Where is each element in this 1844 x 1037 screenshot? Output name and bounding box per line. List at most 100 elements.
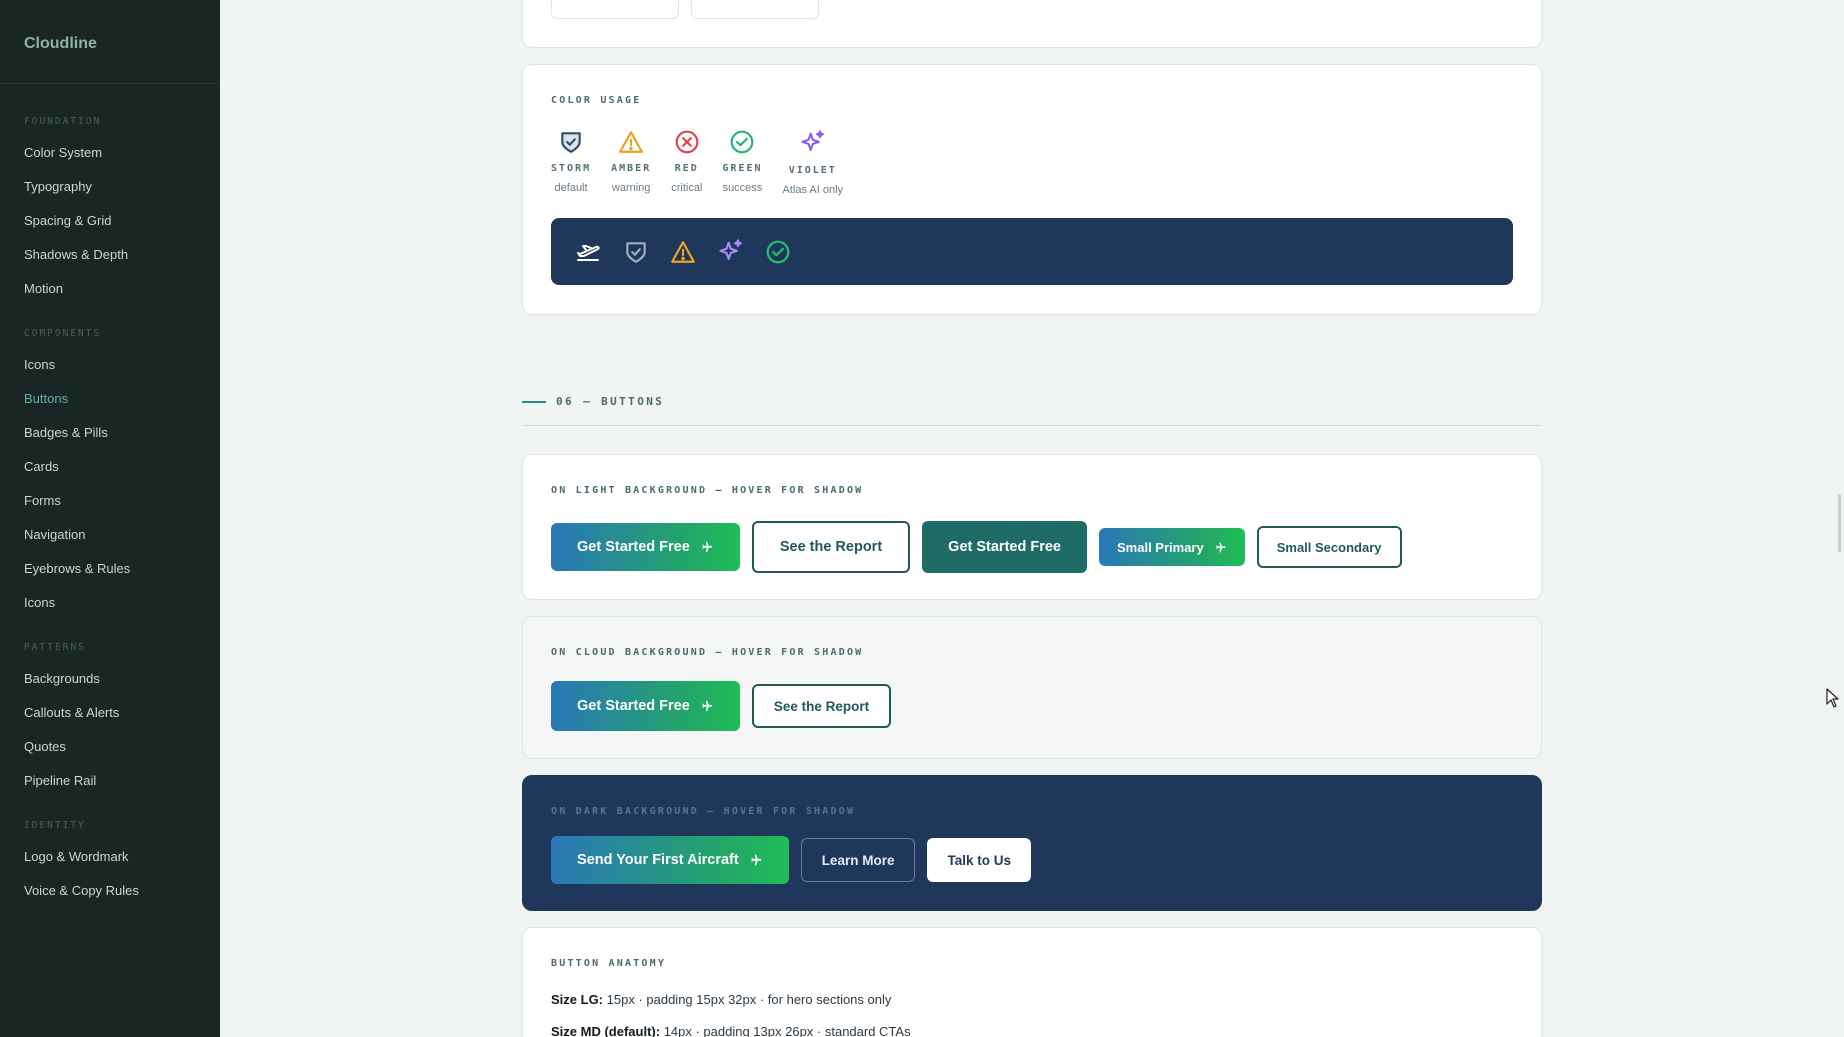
see-report-button[interactable]: See the Report [751, 521, 911, 573]
section-header-buttons: 06 — BUTTONS [522, 395, 1542, 426]
nav-group-label: FOUNDATION [24, 116, 102, 127]
button-label: Learn More [821, 852, 895, 868]
swatch-green: GREEN success [722, 129, 762, 196]
sidebar-item-forms[interactable]: Forms [0, 484, 220, 518]
section-label: 06 — BUTTONS [556, 395, 665, 408]
swatch-violet: VIOLET Atlas AI only [782, 129, 844, 196]
swatch-name: STORM [551, 163, 592, 174]
sidebar-item-shadows-depth[interactable]: Shadows & Depth [0, 238, 220, 272]
button-label: See the Report [773, 698, 870, 714]
swatch-desc: critical [671, 182, 703, 194]
sidebar-item-badges-pills[interactable]: Badges & Pills [0, 416, 220, 450]
sidebar-item-buttons[interactable]: Buttons [0, 382, 220, 416]
get-started-teal-button[interactable]: Get Started Free [922, 521, 1087, 573]
shield-check-icon [561, 132, 581, 153]
swatch-desc: Atlas AI only [782, 184, 844, 196]
sidebar-item-backgrounds[interactable]: Backgrounds [0, 662, 220, 696]
plane-arrow-icon [751, 854, 761, 866]
anatomy-title: BUTTON ANATOMY [551, 958, 667, 969]
panel-eyebrow: ON LIGHT BACKGROUND — HOVER FOR SHADOW [551, 485, 864, 496]
sidebar-item-cards[interactable]: Cards [0, 450, 220, 484]
small-secondary-button[interactable]: Small Secondary [1256, 526, 1402, 568]
sidebar-item-pipeline-rail[interactable]: Pipeline Rail [0, 764, 220, 798]
panel-eyebrow: ON CLOUD BACKGROUND — HOVER FOR SHADOW [551, 647, 864, 658]
button-label: See the Report [779, 539, 883, 555]
get-started-button[interactable]: Get Started Free [551, 681, 740, 731]
anatomy-label: Size LG: [551, 992, 604, 1007]
sidebar-nav: FOUNDATION Color System Typography Spaci… [0, 84, 220, 908]
swatch-storm: STORM default [551, 129, 591, 196]
anatomy-label: Size MD (default): [551, 1024, 661, 1037]
button-label: Send Your First Aircraft [577, 852, 739, 868]
small-primary-button[interactable]: Small Primary [1099, 528, 1245, 566]
swatch-name: RED [674, 163, 699, 174]
sidebar: Cloudline FOUNDATION Color System Typogr… [0, 0, 220, 1037]
sidebar-item-voice-copy-rules[interactable]: Voice & Copy Rules [0, 874, 220, 908]
brand-wordmark[interactable]: Cloudline [0, 0, 220, 84]
sparkle-icon [801, 130, 824, 152]
button-row: Get Started Free See the Report Get Star… [551, 521, 1402, 573]
previous-card [522, 0, 1542, 48]
see-report-button[interactable]: See the Report [751, 684, 892, 728]
swatch-red: RED critical [671, 129, 702, 196]
nav-group-foundation: FOUNDATION Color System Typography Spaci… [0, 114, 220, 306]
plane-arrow-icon [702, 541, 713, 553]
sidebar-item-navigation[interactable]: Navigation [0, 518, 220, 552]
button-row: Send Your First Aircraft Learn More Talk… [551, 836, 1031, 884]
swatch-desc: success [722, 182, 763, 194]
button-anatomy-card: BUTTON ANATOMY Size LG: 15px · padding 1… [522, 927, 1542, 1037]
nav-group-label: COMPONENTS [24, 328, 102, 339]
anatomy-line-lg: Size LG: 15px · padding 15px 32px · for … [551, 992, 891, 1007]
color-usage-title: COLOR USAGE [551, 95, 642, 106]
sidebar-item-spacing-grid[interactable]: Spacing & Grid [0, 204, 220, 238]
button-label: Get Started Free [577, 698, 690, 714]
swatch-name: AMBER [611, 163, 652, 174]
send-first-aircraft-button[interactable]: Send Your First Aircraft [551, 836, 789, 884]
cut-off-button[interactable] [691, 0, 819, 19]
plane-arrow-icon [1215, 542, 1226, 552]
swatch-name: VIOLET [788, 165, 837, 176]
section-rule [522, 401, 546, 403]
mouse-cursor-icon [1826, 688, 1839, 708]
swatch-desc: default [554, 182, 588, 194]
anatomy-text: 15px · padding 15px 32px · for hero sect… [606, 992, 892, 1007]
nav-group-identity: IDENTITY Logo & Wordmark Voice & Copy Ru… [0, 818, 220, 908]
x-circle-icon [675, 130, 699, 154]
swatch-desc: warning [611, 182, 651, 194]
nav-group-components: COMPONENTS Icons Buttons Badges & Pills … [0, 326, 220, 620]
button-label: Small Secondary [1276, 539, 1382, 555]
nav-group-label: PATTERNS [24, 642, 86, 653]
sidebar-item-callouts-alerts[interactable]: Callouts & Alerts [0, 696, 220, 730]
button-row: Get Started Free See the Report [551, 681, 892, 731]
shield-check-icon [626, 241, 646, 263]
panel-eyebrow: ON DARK BACKGROUND — HOVER FOR SHADOW [551, 806, 856, 817]
check-circle-icon [731, 130, 754, 154]
anatomy-line-md: Size MD (default): 14px · padding 13px 2… [551, 1024, 911, 1037]
button-label: Get Started Free [577, 539, 690, 555]
sidebar-item-eyebrows-rules[interactable]: Eyebrows & Rules [0, 552, 220, 586]
button-label: Get Started Free [948, 539, 1061, 555]
nav-group-label: IDENTITY [24, 820, 86, 831]
sidebar-item-typography[interactable]: Typography [0, 170, 220, 204]
get-started-button[interactable]: Get Started Free [551, 523, 740, 571]
button-label: Small Primary [1117, 539, 1204, 555]
dark-background-panel: ON DARK BACKGROUND — HOVER FOR SHADOW Se… [522, 775, 1542, 911]
anatomy-text: 14px · padding 13px 26px · standard CTAs [663, 1024, 911, 1037]
check-circle-icon [766, 240, 790, 263]
sidebar-item-quotes[interactable]: Quotes [0, 730, 220, 764]
sidebar-item-icons[interactable]: Icons [0, 348, 220, 382]
sparkle-icon [719, 238, 742, 260]
sidebar-item-logo-wordmark[interactable]: Logo & Wordmark [0, 840, 220, 874]
talk-to-us-button[interactable]: Talk to Us [927, 838, 1031, 882]
icon-dark-preview [551, 218, 1513, 285]
scrollbar-thumb[interactable] [1838, 494, 1841, 552]
sidebar-item-color-system[interactable]: Color System [0, 136, 220, 170]
cut-off-button[interactable] [551, 0, 679, 19]
sidebar-item-icons-2[interactable]: Icons [0, 586, 220, 620]
warning-triangle-icon [671, 240, 695, 263]
sidebar-item-motion[interactable]: Motion [0, 272, 220, 306]
learn-more-button[interactable]: Learn More [800, 838, 916, 882]
swatch-name: GREEN [722, 163, 763, 174]
swatch-amber: AMBER warning [611, 129, 651, 196]
warning-triangle-icon [619, 131, 644, 153]
